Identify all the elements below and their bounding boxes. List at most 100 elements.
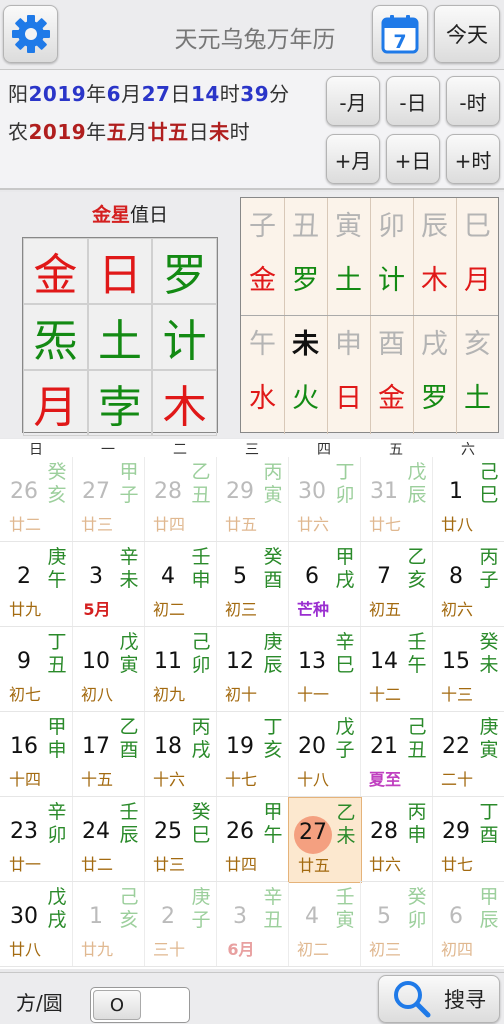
calendar-day-cell[interactable]: 5 癸酉 初三	[216, 542, 289, 627]
day-lunar-label: 十二	[368, 685, 401, 704]
day-lunar-label: 廿五	[297, 856, 330, 875]
calendar-day-cell[interactable]: 15 癸未 十三	[432, 627, 504, 712]
day-number: 25	[154, 819, 182, 844]
day-number: 18	[154, 734, 182, 759]
lunar-month: 五	[106, 120, 128, 144]
calendar-day-cell[interactable]: 29 丙寅 廿五	[216, 457, 289, 542]
today-button[interactable]: 今天	[434, 5, 500, 63]
day-lunar-label: 6月	[227, 940, 255, 959]
branch-label: 亥	[464, 329, 491, 360]
calendar-day-cell[interactable]: 25 癸巳 廿三	[144, 797, 217, 882]
day-lunar-label: 廿二	[80, 855, 113, 874]
calendar-day-cell[interactable]: 18 丙戌 十六	[144, 712, 217, 797]
day-lunar-label: 廿二	[8, 515, 41, 534]
day-number: 19	[226, 734, 254, 759]
calendar-day-cell[interactable]: 31 戊辰 廿七	[360, 457, 433, 542]
day-ganzhi: 己亥	[119, 886, 139, 931]
day-ganzhi: 癸未	[479, 631, 499, 676]
calendar-day-cell[interactable]: 17 乙酉 十五	[72, 712, 145, 797]
calendar-button[interactable]: 7	[372, 5, 428, 63]
day-number: 30	[298, 479, 326, 504]
calendar-day-cell[interactable]: 21 己丑 夏至	[360, 712, 433, 797]
search-label: 搜寻	[444, 988, 486, 1012]
solar-month-unit: 月	[121, 82, 142, 106]
calendar-day-cell[interactable]: 24 壬辰 廿二	[72, 797, 145, 882]
day-number: 3	[89, 564, 103, 589]
settings-button[interactable]	[3, 5, 58, 63]
calendar-day-cell[interactable]: 27 乙未 廿五	[288, 797, 362, 883]
day-lunar-label: 廿九	[80, 940, 113, 959]
day-ganzhi: 甲辰	[479, 886, 499, 931]
lunar-prefix: 农	[8, 120, 29, 144]
day-ganzhi: 己卯	[191, 631, 211, 676]
calendar-day-cell[interactable]: 1 己亥 廿九	[72, 882, 145, 967]
day-ganzhi: 戊戌	[47, 886, 67, 931]
calendar-day-cell[interactable]: 27 甲子 廿三	[72, 457, 145, 542]
next-month-button[interactable]: +月	[326, 134, 380, 184]
weekday-header: 一	[101, 442, 115, 458]
calendar-day-cell[interactable]: 28 乙丑 廿四	[144, 457, 217, 542]
branch-star: 计	[378, 265, 405, 296]
day-number: 24	[82, 819, 110, 844]
calendar-day-cell[interactable]: 4 壬寅 初二	[288, 882, 361, 967]
calendar-day-cell[interactable]: 28 丙申 廿六	[360, 797, 433, 882]
calendar-day-cell[interactable]: 6 甲辰 初四	[432, 882, 504, 967]
prev-month-button[interactable]: -月	[326, 76, 380, 126]
calendar-day-cell[interactable]: 10 戊寅 初八	[72, 627, 145, 712]
calendar-day-cell[interactable]: 20 戊子 十八	[288, 712, 361, 797]
calendar-day-cell[interactable]: 12 庚辰 初十	[216, 627, 289, 712]
calendar-icon-day: 7	[393, 31, 407, 53]
calendar-day-cell[interactable]: 30 丁卯 廿六	[288, 457, 361, 542]
shape-mode-toggle[interactable]: O	[90, 987, 190, 1023]
weekday-header: 六	[461, 442, 475, 458]
day-ganzhi: 辛卯	[47, 801, 67, 846]
calendar-day-cell[interactable]: 29 丁酉 廿七	[432, 797, 504, 882]
prev-day-button[interactable]: -日	[386, 76, 440, 126]
day-ganzhi: 辛丑	[263, 886, 283, 931]
solar-date: 阳2019年6月27日14时39分	[8, 78, 290, 107]
calendar-day-cell[interactable]: 13 辛巳 十一	[288, 627, 361, 712]
lunar-year-unit: 年	[86, 120, 107, 144]
star-cell: 月	[23, 370, 88, 436]
search-button[interactable]: 搜寻	[378, 975, 500, 1023]
calendar-day-cell[interactable]: 4 壬申 初二	[144, 542, 217, 627]
branch-star: 木	[421, 265, 448, 296]
weekday-header: 三	[245, 442, 259, 458]
branch-row-divider	[241, 315, 498, 316]
calendar-day-cell[interactable]: 14 壬午 十二	[360, 627, 433, 712]
prev-hour-button[interactable]: -时	[446, 76, 500, 126]
calendar-day-cell[interactable]: 9 丁丑 初七	[0, 627, 73, 712]
day-ganzhi: 戊子	[335, 716, 355, 761]
calendar-day-cell[interactable]: 6 甲戌 芒种	[288, 542, 361, 627]
calendar-day-cell[interactable]: 1 己巳 廿八	[432, 457, 504, 542]
solar-year-unit: 年	[86, 82, 107, 106]
calendar-day-cell[interactable]: 26 甲午 廿四	[216, 797, 289, 882]
day-number: 5	[233, 564, 247, 589]
calendar-day-cell[interactable]: 23 辛卯 廿一	[0, 797, 73, 882]
calendar-day-cell[interactable]: 2 庚午 廿九	[0, 542, 73, 627]
calendar-day-cell[interactable]: 26 癸亥 廿二	[0, 457, 73, 542]
calendar-day-cell[interactable]: 7 乙亥 初五	[360, 542, 433, 627]
calendar-day-cell[interactable]: 8 丙子 初六	[432, 542, 504, 627]
day-ganzhi: 丙子	[479, 546, 499, 591]
day-number: 6	[305, 564, 319, 589]
day-ganzhi: 壬申	[191, 546, 211, 591]
calendar-day-cell[interactable]: 11 己卯 初九	[144, 627, 217, 712]
calendar-day-cell[interactable]: 3 辛丑 6月	[216, 882, 289, 967]
calendar-day-cell[interactable]: 2 庚子 三十	[144, 882, 217, 967]
branch-label: 子	[249, 211, 276, 242]
day-ganzhi: 辛巳	[335, 631, 355, 676]
calendar-day-cell[interactable]: 16 甲申 十四	[0, 712, 73, 797]
calendar-day-cell[interactable]: 5 癸卯 初三	[360, 882, 433, 967]
calendar-day-cell[interactable]: 3 辛未 5月	[72, 542, 145, 627]
calendar-day-cell[interactable]: 30 戊戌 廿八	[0, 882, 73, 967]
day-number: 2	[17, 564, 31, 589]
next-hour-button[interactable]: +时	[446, 134, 500, 184]
next-day-button[interactable]: +日	[386, 134, 440, 184]
day-ganzhi: 壬辰	[119, 801, 139, 846]
star-grid: 金日罗炁土计月孛木	[22, 237, 218, 436]
calendar-day-cell[interactable]: 22 庚寅 二十	[432, 712, 504, 797]
calendar-day-cell[interactable]: 19 丁亥 十七	[216, 712, 289, 797]
day-number: 4	[161, 564, 175, 589]
day-lunar-label: 廿七	[440, 855, 473, 874]
